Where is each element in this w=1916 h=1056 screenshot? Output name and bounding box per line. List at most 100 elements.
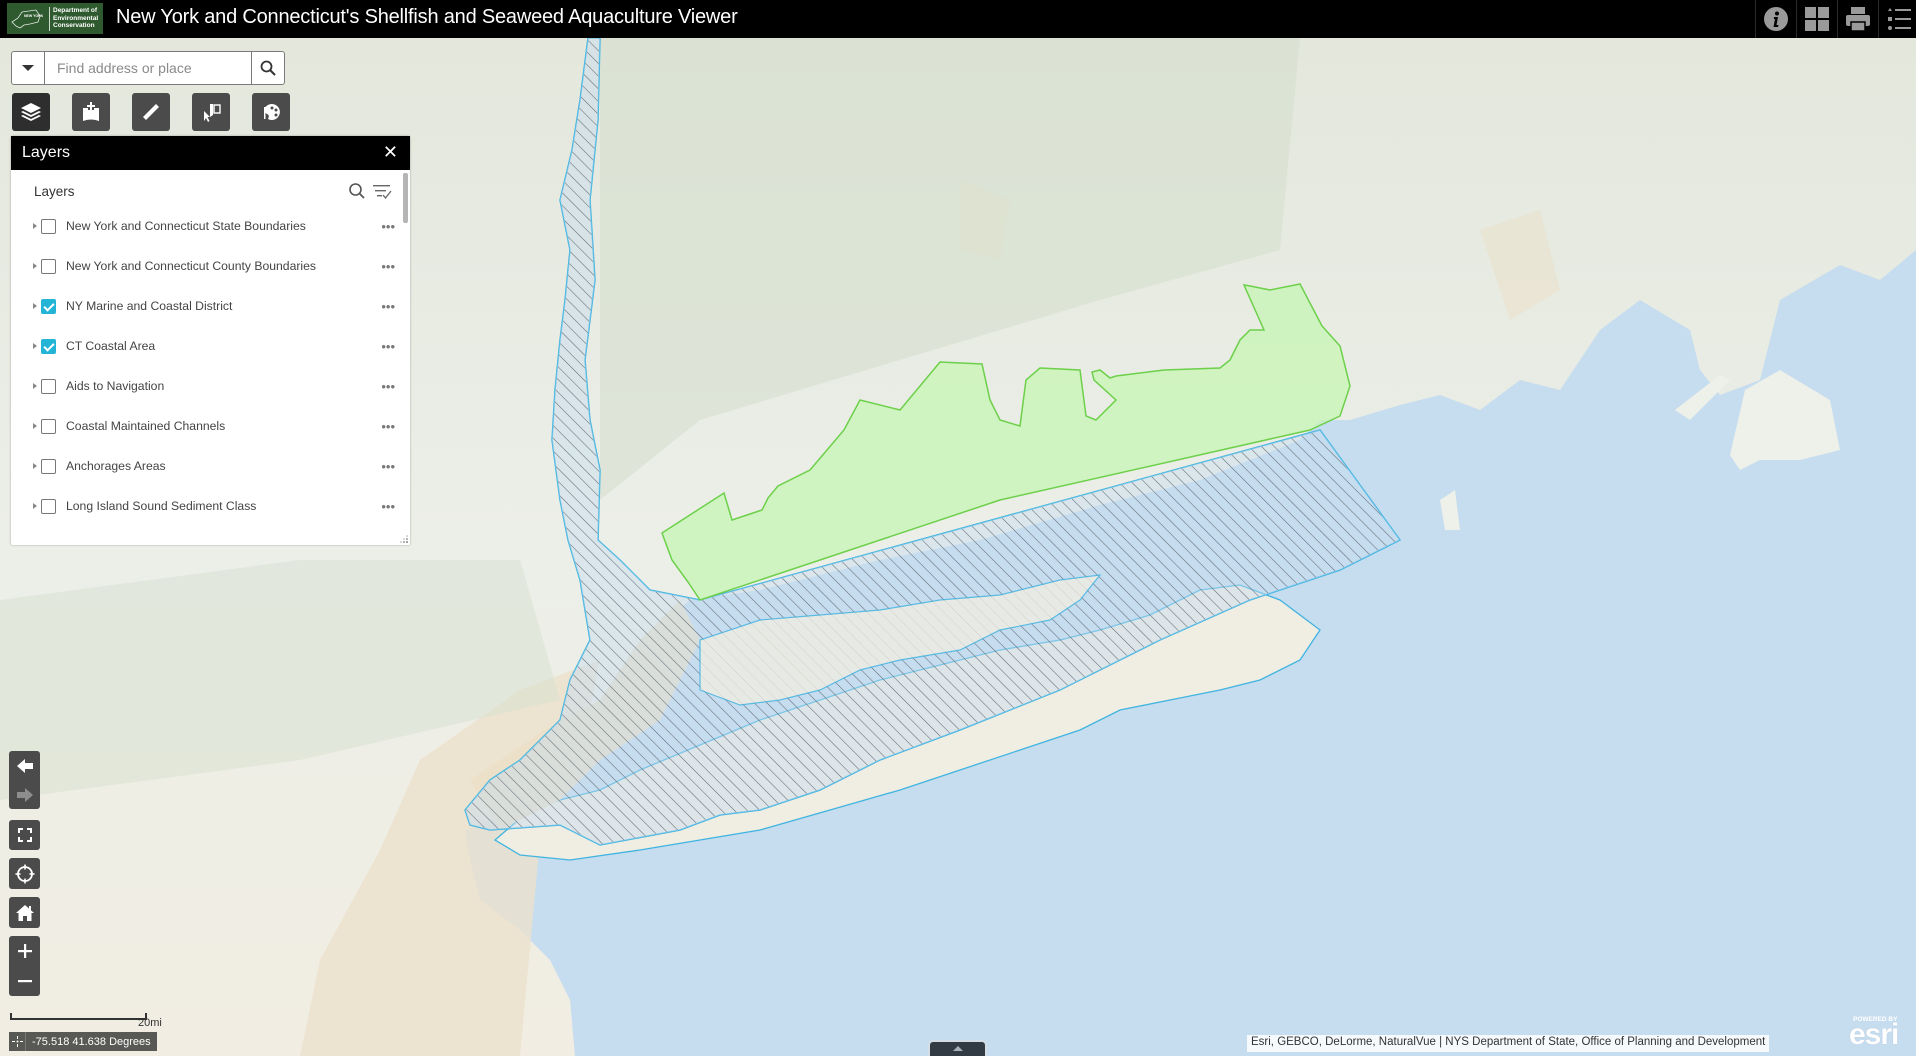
layer-options-icon[interactable]: ••• <box>381 299 395 314</box>
layer-options-icon[interactable]: ••• <box>381 219 395 234</box>
layer-list-title: Layers <box>34 184 75 199</box>
expand-caret-icon[interactable] <box>33 303 37 309</box>
layers-panel-title: Layers <box>22 144 71 161</box>
legend-button[interactable] <box>1878 0 1916 38</box>
filter-options-icon[interactable] <box>372 182 392 200</box>
layers-panel-header: Layers ✕ <box>11 136 410 170</box>
layer-row: Anchorages Areas ••• <box>11 446 401 486</box>
basemap-gallery-button[interactable] <box>1796 0 1836 38</box>
layer-label: Long Island Sound Sediment Class <box>66 499 257 513</box>
scale-bar <box>10 1013 147 1020</box>
layer-row: CT Coastal Area ••• <box>11 326 401 366</box>
chevron-up-icon <box>952 1046 963 1051</box>
layers-tool-button[interactable] <box>12 93 50 131</box>
previous-extent-button[interactable] <box>9 751 40 780</box>
layer-label: Aids to Navigation <box>66 379 165 393</box>
layer-label: NY Marine and Coastal District <box>66 299 233 313</box>
printer-icon <box>1845 7 1870 32</box>
home-button[interactable] <box>9 897 40 928</box>
layer-label: Anchorages Areas <box>66 459 166 473</box>
layer-visibility-checkbox[interactable] <box>41 458 56 474</box>
layer-list: Layers New York and Connecticut State Bo… <box>11 170 410 545</box>
palette-icon <box>264 103 280 120</box>
chevron-down-icon <box>22 65 34 71</box>
layer-options-icon[interactable]: ••• <box>381 419 395 434</box>
app-title: New York and Connecticut's Shellfish and… <box>116 6 738 28</box>
ruler-icon <box>143 104 159 120</box>
next-extent-button[interactable] <box>9 780 40 809</box>
select-tool-button[interactable] <box>192 93 230 131</box>
fullscreen-button[interactable] <box>9 820 40 850</box>
draw-tool-button[interactable] <box>252 93 290 131</box>
about-button[interactable] <box>1755 0 1795 38</box>
search-icon[interactable] <box>348 182 366 200</box>
fullscreen-control <box>9 820 40 850</box>
logo-divider <box>49 6 50 31</box>
print-button[interactable] <box>1837 0 1877 38</box>
add-data-tool-button[interactable] <box>72 93 110 131</box>
expand-caret-icon[interactable] <box>33 263 37 269</box>
arrow-left-icon <box>16 758 33 773</box>
coordinate-value: -75.518 41.638 Degrees <box>32 1035 151 1048</box>
arrow-right-icon <box>16 787 33 802</box>
bottom-panel-toggle[interactable] <box>928 1040 987 1056</box>
layer-row: NY Marine and Coastal District ••• <box>11 286 401 326</box>
layer-visibility-checkbox[interactable] <box>41 298 56 314</box>
layer-options-icon[interactable]: ••• <box>381 259 395 274</box>
zoom-out-button[interactable] <box>9 966 40 996</box>
svg-text:NEW YORK: NEW YORK <box>24 14 44 18</box>
app-header: NEW YORK Department of Environmental Con… <box>0 0 1916 38</box>
layer-list-scrollbar[interactable] <box>403 173 408 223</box>
expand-caret-icon[interactable] <box>33 423 37 429</box>
layer-visibility-checkbox[interactable] <box>41 378 56 394</box>
layer-options-icon[interactable]: ••• <box>381 339 395 354</box>
search-button[interactable] <box>251 52 284 84</box>
expand-caret-icon[interactable] <box>33 503 37 509</box>
esri-logo[interactable]: POWERED BY esri <box>1848 1012 1910 1054</box>
layer-row: Long Island Sound Sediment Class ••• <box>11 486 401 526</box>
scale-bar-label: 20mi <box>138 1017 162 1029</box>
fullscreen-icon <box>17 828 32 842</box>
layer-options-icon[interactable]: ••• <box>381 379 395 394</box>
grid-icon <box>1804 7 1829 31</box>
search-icon <box>260 60 276 76</box>
search-input[interactable] <box>45 52 251 84</box>
locate-control <box>9 858 40 889</box>
layer-visibility-checkbox[interactable] <box>41 418 56 434</box>
layers-icon <box>21 103 41 121</box>
search-source-dropdown[interactable] <box>12 52 45 84</box>
zoom-in-button[interactable] <box>9 936 40 966</box>
coordinate-picker-button[interactable] <box>9 1032 26 1051</box>
add-data-icon <box>83 102 99 121</box>
layer-visibility-checkbox[interactable] <box>41 498 56 514</box>
select-icon <box>204 104 221 122</box>
esri-wordmark: esri <box>1849 1018 1899 1051</box>
expand-caret-icon[interactable] <box>33 463 37 469</box>
expand-caret-icon[interactable] <box>33 223 37 229</box>
layer-options-icon[interactable]: ••• <box>381 499 395 514</box>
expand-caret-icon[interactable] <box>33 383 37 389</box>
layer-row: New York and Connecticut State Boundarie… <box>11 206 401 246</box>
home-icon <box>15 904 34 921</box>
resize-handle-icon[interactable] <box>400 535 408 543</box>
layer-row: Aids to Navigation ••• <box>11 366 401 406</box>
close-icon[interactable]: ✕ <box>383 143 398 161</box>
agency-name: Department of Environmental Conservation <box>53 7 98 30</box>
agency-line: Environmental <box>53 14 99 22</box>
layer-visibility-checkbox[interactable] <box>41 338 56 354</box>
info-icon <box>1763 7 1788 31</box>
zoom-control <box>9 936 40 996</box>
layer-row: Coastal Maintained Channels ••• <box>11 406 401 446</box>
layer-visibility-checkbox[interactable] <box>41 218 56 234</box>
measurement-tool-button[interactable] <box>132 93 170 131</box>
layer-visibility-checkbox[interactable] <box>41 258 56 274</box>
layer-label: New York and Connecticut State Boundarie… <box>66 219 306 233</box>
locate-icon <box>15 864 34 883</box>
my-location-button[interactable] <box>9 858 40 889</box>
extent-navigation <box>9 751 40 809</box>
layer-options-icon[interactable]: ••• <box>381 459 395 474</box>
agency-line: Department of <box>53 7 98 15</box>
layer-label: New York and Connecticut County Boundari… <box>66 259 316 273</box>
expand-caret-icon[interactable] <box>33 343 37 349</box>
map-attribution: Esri, GEBCO, DeLorme, NaturalVue | NYS D… <box>1247 1035 1770 1052</box>
